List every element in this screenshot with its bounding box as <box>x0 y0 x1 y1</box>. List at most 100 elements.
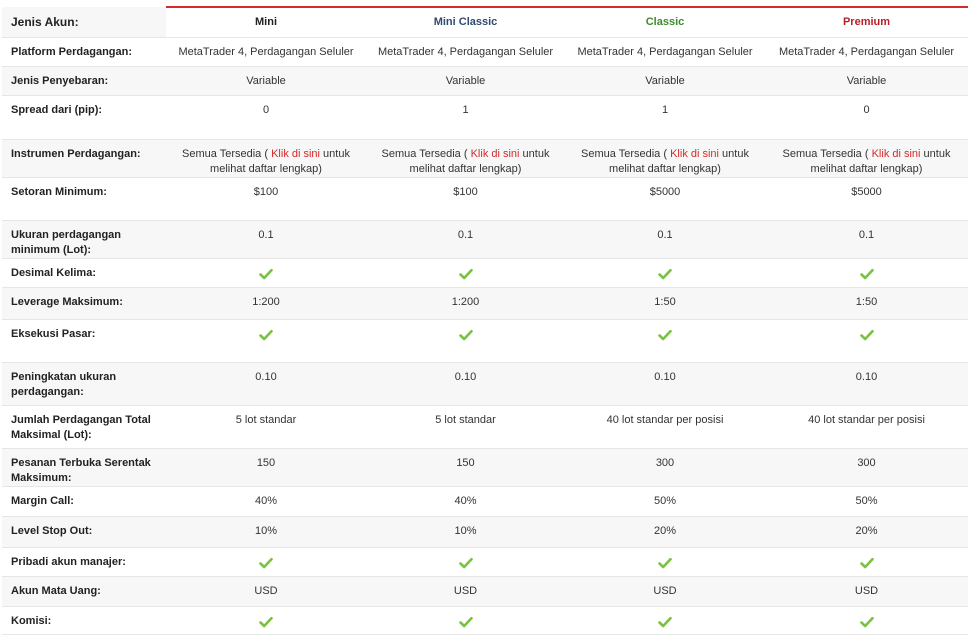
cell-mini <box>166 319 366 363</box>
cell-mini-classic: 150 <box>366 448 565 487</box>
table-row: Leverage Maksimum: 1:200 1:200 1:50 1:50 <box>2 287 968 320</box>
checkmark-icon <box>658 556 672 570</box>
checkmark-icon <box>259 615 273 629</box>
row-label: Jumlah Perdagangan Total Maksimal (Lot): <box>2 405 166 449</box>
cell-classic: MetaTrader 4, Perdagangan Seluler <box>565 37 765 67</box>
checkmark-icon <box>259 328 273 342</box>
cell-mini-classic: 5 lot standar <box>366 405 565 449</box>
cell-mini: USD <box>166 576 366 607</box>
checkmark-icon <box>658 328 672 342</box>
cell-mini: 10% <box>166 516 366 548</box>
cell-premium: 50% <box>765 486 968 517</box>
instrument-list-link[interactable]: Klik di sini <box>271 148 320 160</box>
account-comparison-page: Jenis Akun: Mini Mini Classic Classic Pr… <box>0 0 975 635</box>
checkmark-icon <box>859 267 874 281</box>
row-label: Pesanan Terbuka Serentak Maksimum: <box>2 448 166 487</box>
row-label: Jenis Penyebaran: <box>2 66 166 96</box>
cell-classic: USD <box>565 576 765 607</box>
row-label: Eksekusi Pasar: <box>2 319 166 363</box>
checkmark-icon <box>259 556 273 570</box>
table-row: Jenis Penyebaran: Variable Variable Variabl… <box>2 66 968 96</box>
table-row: Setoran Minimum: $100 $100 $5000 $5000 <box>2 177 968 221</box>
checkmark-icon <box>658 615 672 629</box>
table-row: Peningkatan ukuran perdagangan: 0.10 0.10 0… <box>2 362 968 406</box>
cell-mini: $100 <box>166 177 366 221</box>
checkmark-icon <box>859 328 874 342</box>
cell-mini-classic: 10% <box>366 516 565 548</box>
cell-mini: 40% <box>166 486 366 517</box>
cell-classic: Semua Tersedia ( Klik di sini untuk meli… <box>565 139 765 178</box>
column-header-premium: Premium <box>765 6 968 38</box>
cell-mini <box>166 258 366 288</box>
row-label: Margin Call: <box>2 486 166 517</box>
row-label: Ukuran perdagangan minimum (Lot): <box>2 220 166 259</box>
cell-premium: USD <box>765 576 968 607</box>
cell-mini-classic: 0.1 <box>366 220 565 259</box>
instrument-text: Semua Tersedia ( <box>381 148 471 160</box>
cell-mini: Variable <box>166 66 366 96</box>
cell-mini: 0.10 <box>166 362 366 406</box>
cell-mini: 0 <box>166 95 366 140</box>
cell-mini-classic: $100 <box>366 177 565 221</box>
cell-mini-classic <box>366 606 565 635</box>
cell-premium: 20% <box>765 516 968 548</box>
instrument-list-link[interactable]: Klik di sini <box>872 148 921 160</box>
cell-classic: 20% <box>565 516 765 548</box>
checkmark-icon <box>458 556 473 570</box>
table-row: Level Stop Out: 10% 10% 20% 20% <box>2 516 968 548</box>
cell-mini-classic <box>366 319 565 363</box>
cell-premium: 0 <box>765 95 968 140</box>
row-label: Pribadi akun manajer: <box>2 547 166 577</box>
cell-mini-classic: 40% <box>366 486 565 517</box>
checkmark-icon <box>658 267 672 281</box>
row-label: Platform Perdagangan: <box>2 37 166 67</box>
cell-mini: 1:200 <box>166 287 366 320</box>
table-row: Akun Mata Uang: USD USD USD USD <box>2 576 968 607</box>
cell-classic <box>565 319 765 363</box>
cell-premium: $5000 <box>765 177 968 221</box>
row-label: Leverage Maksimum: <box>2 287 166 320</box>
table-row: Desimal Kelima: <box>2 258 968 288</box>
cell-premium <box>765 606 968 635</box>
cell-mini-classic: 1:200 <box>366 287 565 320</box>
row-label: Setoran Minimum: <box>2 177 166 221</box>
instrument-list-link[interactable]: Klik di sini <box>471 148 520 160</box>
cell-premium <box>765 258 968 288</box>
table-row: Platform Perdagangan: MetaTrader 4, Perda… <box>2 37 968 67</box>
cell-classic <box>565 606 765 635</box>
cell-premium: 0.10 <box>765 362 968 406</box>
cell-classic: 40 lot standar per posisi <box>565 405 765 449</box>
table-row: Instrumen Perdagangan: Semua Tersedia ( K… <box>2 139 968 178</box>
cell-classic <box>565 547 765 577</box>
cell-mini-classic: 1 <box>366 95 565 140</box>
instrument-text: Semua Tersedia ( <box>182 148 272 160</box>
checkmark-icon <box>458 615 473 629</box>
checkmark-icon <box>458 267 473 281</box>
cell-premium <box>765 319 968 363</box>
table-row: Pesanan Terbuka Serentak Maksimum: 150 150… <box>2 448 968 487</box>
cell-classic <box>565 258 765 288</box>
cell-premium: MetaTrader 4, Perdagangan Seluler <box>765 37 968 67</box>
cell-mini-classic: 0.10 <box>366 362 565 406</box>
cell-classic: $5000 <box>565 177 765 221</box>
cell-mini: 150 <box>166 448 366 487</box>
column-header-mini: Mini <box>166 6 366 38</box>
instrument-list-link[interactable]: Klik di sini <box>670 148 719 160</box>
cell-premium: Variable <box>765 66 968 96</box>
instrument-text: Semua Tersedia ( <box>782 148 872 160</box>
cell-classic: Variable <box>565 66 765 96</box>
cell-mini-classic: USD <box>366 576 565 607</box>
table-row: Jumlah Perdagangan Total Maksimal (Lot):… <box>2 405 968 449</box>
cell-classic: 300 <box>565 448 765 487</box>
row-label: Instrumen Perdagangan: <box>2 139 166 178</box>
row-label: Level Stop Out: <box>2 516 166 548</box>
cell-premium: Semua Tersedia ( Klik di sini untuk meli… <box>765 139 968 178</box>
cell-mini: 0.1 <box>166 220 366 259</box>
cell-mini-classic: MetaTrader 4, Perdagangan Seluler <box>366 37 565 67</box>
cell-classic: 1 <box>565 95 765 140</box>
checkmark-icon <box>859 615 874 629</box>
cell-classic: 0.1 <box>565 220 765 259</box>
table-row: Spread dari (pip): 0 1 1 0 <box>2 95 968 140</box>
cell-mini <box>166 547 366 577</box>
header-row: Jenis Akun: Mini Mini Classic Classic Pr… <box>2 6 968 38</box>
